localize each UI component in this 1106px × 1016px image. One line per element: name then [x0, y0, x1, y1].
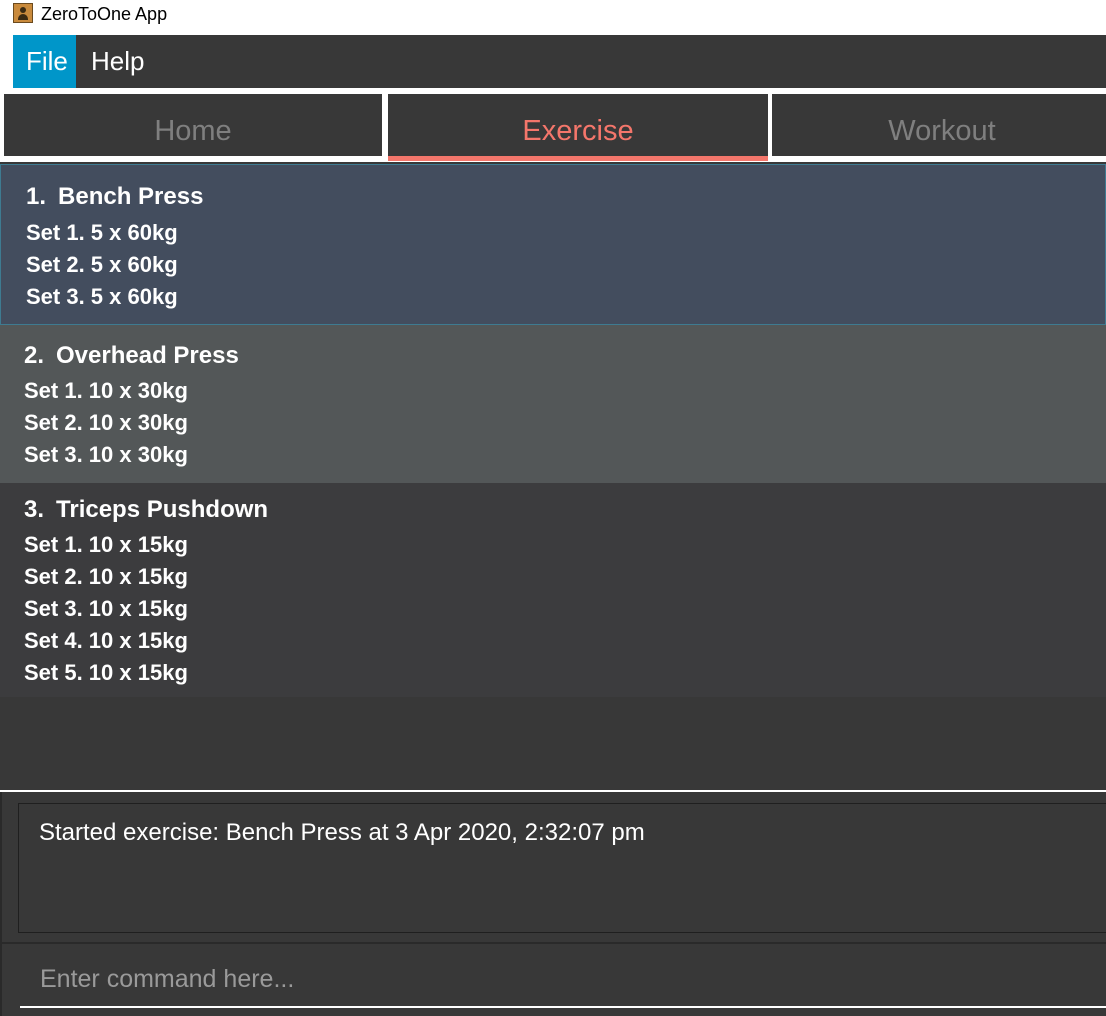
title-bar: ZeroToOne App	[0, 0, 1106, 35]
set-line: Set 1. 5 x 60kg	[26, 220, 178, 245]
command-input[interactable]	[20, 952, 1106, 1008]
exercise-card-selected[interactable]: 1. Bench Press Set 1. 5 x 60kg Set 2. 5 x…	[0, 164, 1106, 325]
exercise-index: 3.	[24, 496, 45, 523]
window-title: ZeroToOne App	[41, 4, 168, 24]
set-line: Set 3. 10 x 30kg	[24, 442, 188, 467]
exercise-title: 1. Bench Press	[26, 183, 203, 211]
set-line: Set 2. 10 x 15kg	[24, 564, 188, 589]
result-text: Started exercise: Bench Press at 3 Apr 2…	[39, 819, 645, 846]
set-line: Set 4. 10 x 15kg	[24, 628, 188, 653]
set-line: Set 1. 10 x 30kg	[24, 378, 188, 403]
tab-home[interactable]: Home	[4, 94, 382, 156]
set-line: Set 3. 5 x 60kg	[26, 284, 178, 309]
menu-bar: File Help	[0, 35, 1106, 88]
tab-exercise[interactable]: Exercise	[388, 94, 768, 161]
set-line: Set 2. 5 x 60kg	[26, 252, 178, 277]
menu-file[interactable]: File	[13, 35, 76, 88]
exercise-card[interactable]: 2. Overhead Press Set 1. 10 x 30kg Set 2.…	[0, 325, 1106, 483]
exercise-card[interactable]: 3. Triceps Pushdown Set 1. 10 x 15kg Set …	[0, 483, 1106, 697]
exercise-list: 1. Bench Press Set 1. 5 x 60kg Set 2. 5 x…	[0, 162, 1106, 790]
exercise-index: 1.	[26, 183, 47, 210]
exercise-title: 3. Triceps Pushdown	[24, 496, 268, 524]
exercise-name: Triceps Pushdown	[56, 496, 269, 523]
exercise-title: 2. Overhead Press	[24, 342, 239, 370]
set-line: Set 1. 10 x 15kg	[24, 532, 188, 557]
exercise-name: Overhead Press	[56, 342, 239, 369]
exercise-index: 2.	[24, 342, 45, 369]
tab-workout[interactable]: Workout	[772, 94, 1106, 156]
contact-book-icon	[13, 3, 33, 23]
tab-bar: Home Exercise Workout	[0, 88, 1106, 162]
set-line: Set 2. 10 x 30kg	[24, 410, 188, 435]
set-line: Set 3. 10 x 15kg	[24, 596, 188, 621]
exercise-name: Bench Press	[58, 183, 204, 210]
command-panel	[0, 942, 1106, 1016]
result-display: Started exercise: Bench Press at 3 Apr 2…	[18, 803, 1106, 933]
set-line: Set 5. 10 x 15kg	[24, 660, 188, 685]
menu-help[interactable]: Help	[78, 35, 157, 88]
